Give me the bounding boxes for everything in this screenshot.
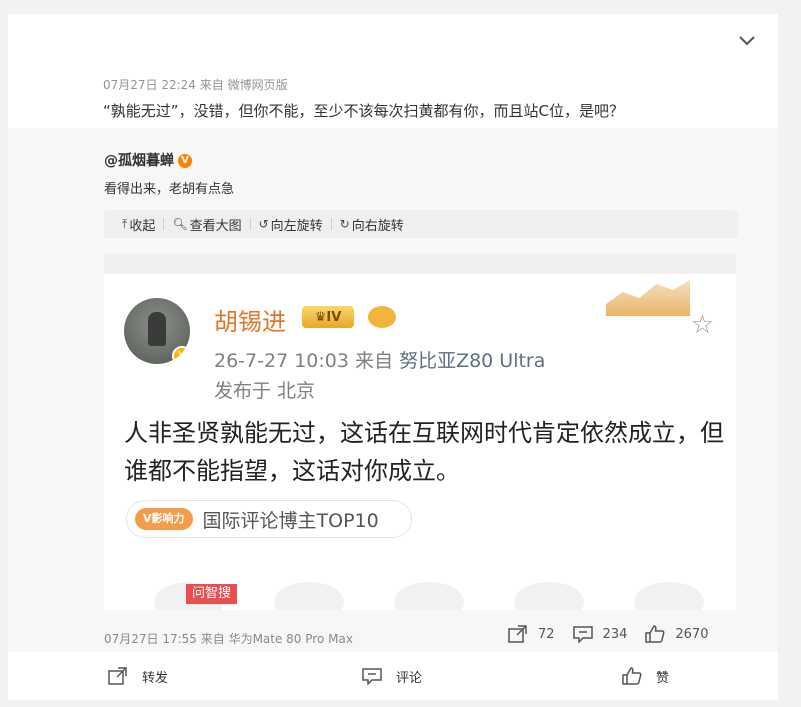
repost-stats: 72 234 2670: [508, 625, 726, 643]
like-button[interactable]: 赞: [622, 667, 669, 686]
origin-author-line: @孤烟暮蝉 V: [104, 150, 192, 170]
placeholder-bubble: [274, 582, 344, 610]
thumbs-up-icon: [622, 667, 642, 685]
chevron-down-icon[interactable]: [738, 34, 756, 48]
influence-tag: V影响力 国际评论博主TOP10: [126, 500, 412, 538]
comment-count: 234: [602, 626, 628, 642]
placeholder-bubble: [514, 582, 584, 610]
comment-count-button[interactable]: 234: [572, 625, 628, 643]
great-wall-icon: [606, 280, 690, 316]
rotate-right-button[interactable]: ↻ 向右旋转: [332, 215, 412, 234]
repost-count: 72: [538, 626, 555, 642]
post-text: “孰能无过”，没错，但你不能，至少不该每次扫黄都有你，而且站C位，是吧？: [103, 102, 625, 120]
like-count-button[interactable]: 2670: [645, 625, 708, 643]
search-icon: 🔍︎: [172, 217, 188, 231]
collapse-label: 收起: [129, 218, 156, 234]
rotate-left-button[interactable]: ↺ 向左旋转: [251, 215, 331, 234]
view-large-button[interactable]: 🔍︎ 查看大图: [164, 215, 249, 234]
screenshot-author-name: 胡锡进: [214, 308, 286, 336]
pufferfish-icon: [368, 306, 396, 328]
screenshot-meta: 26-7-27 10:03 来自 努比亚Z80 Ultra: [214, 346, 545, 373]
attached-screenshot[interactable]: V 胡锡进 ♛ IV 26-7-27 10:03 来自 努比亚Z80 Ultra …: [104, 254, 736, 610]
post-meta: 07月27日 22:24 来自 微博网页版: [103, 78, 288, 92]
verified-icon: V: [172, 346, 190, 364]
collapse-button[interactable]: ⤒ 收起: [114, 215, 163, 234]
collapse-icon: ⤒: [122, 216, 128, 231]
screenshot-time: 26-7-27 10:03: [214, 350, 349, 372]
star-icon: ☆: [690, 310, 714, 340]
screenshot-body: 人非圣贤孰能无过，这话在互联网时代肯定依然成立，但谁都不能指望，这话对你成立。: [124, 419, 724, 485]
repost-count-button[interactable]: 72: [508, 625, 555, 643]
action-bar: 转发 评论 赞: [8, 660, 778, 692]
avatar-person: [148, 312, 166, 346]
avatar: V: [124, 298, 190, 364]
repost-meta: 07月27日 17:55 来自 华为Mate 80 Pro Max: [104, 632, 353, 646]
view-large-label: 查看大图: [189, 218, 242, 234]
rotate-right-icon: ↻: [339, 217, 350, 231]
placeholder-bubble: [634, 582, 704, 610]
share-icon: [508, 625, 527, 643]
rotate-right-label: 向右旋转: [351, 218, 404, 234]
like-count: 2670: [675, 626, 709, 642]
level-label: IV: [326, 309, 342, 325]
like-label: 赞: [656, 670, 670, 686]
comment-label: 评论: [396, 670, 423, 686]
screenshot-top-strip: [104, 254, 736, 274]
weibo-post-card: 07月27日 22:24 来自 微博网页版 “孰能无过”，没错，但你不能，至少不…: [8, 14, 778, 700]
rotate-left-label: 向左旋转: [270, 218, 323, 234]
comment-button[interactable]: 评论: [362, 667, 422, 686]
screenshot-location: 发布于 北京: [214, 380, 316, 402]
repost-label: 转发: [142, 670, 169, 686]
placeholder-bubble: [394, 582, 464, 610]
repost-button[interactable]: 转发: [108, 667, 168, 686]
share-icon: [108, 667, 127, 685]
screenshot-from: 来自: [355, 350, 394, 372]
screenshot-device: 努比亚Z80 Ultra: [399, 350, 546, 372]
influence-badge: V影响力: [135, 508, 193, 530]
repost-box: @孤烟暮蝉 V 看得出来，老胡有点急 ⤒ 收起 🔍︎ 查看大图 ↺ 向左旋转 ↻ 向右旋转: [8, 128, 778, 652]
rotate-left-icon: ↺: [258, 217, 269, 231]
verified-icon: V: [178, 154, 192, 168]
comment-icon: [362, 668, 382, 685]
origin-text: 看得出来，老胡有点急: [104, 182, 235, 197]
thumbs-up-icon: [645, 625, 665, 643]
search-badge: 问智搜: [186, 584, 238, 604]
crown-level-icon: ♛ IV: [302, 306, 354, 328]
image-toolbar: ⤒ 收起 🔍︎ 查看大图 ↺ 向左旋转 ↻ 向右旋转: [104, 210, 738, 238]
influence-tag-text: 国际评论博主TOP10: [202, 509, 379, 532]
comment-icon: [572, 626, 593, 643]
origin-author-link[interactable]: @孤烟暮蝉: [104, 153, 174, 169]
